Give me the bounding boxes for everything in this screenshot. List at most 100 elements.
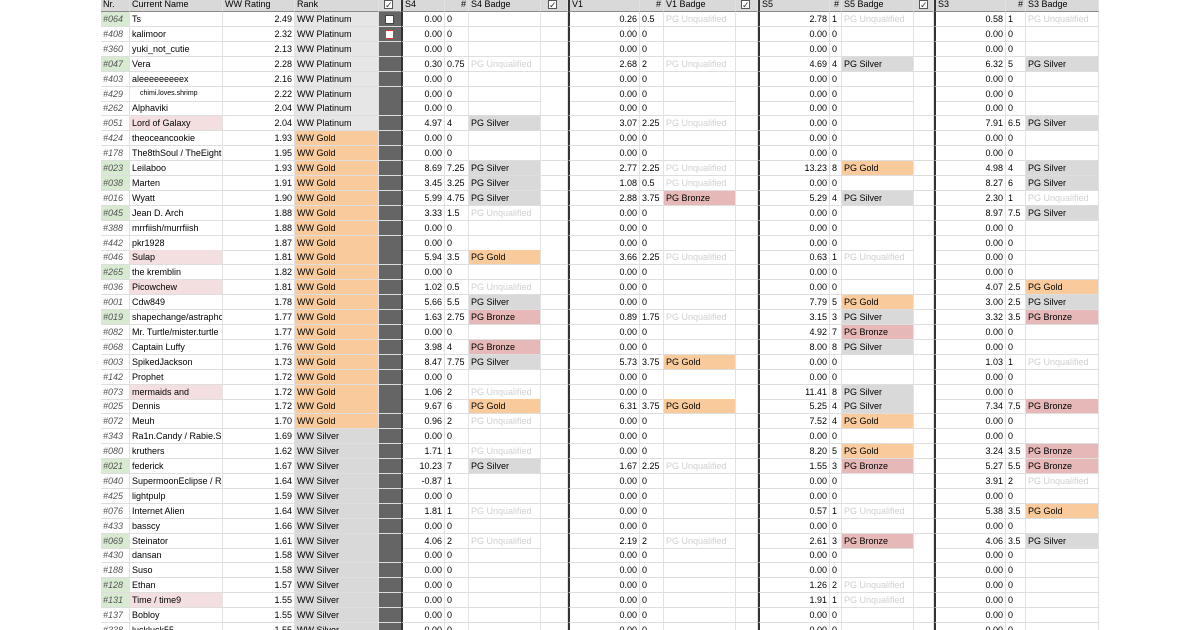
row-s5[interactable]: 5.25 — [758, 399, 830, 415]
row-v1[interactable]: 6.31 — [568, 399, 640, 415]
row-s5-badge[interactable]: PG Bronze — [842, 459, 914, 474]
row-s4-badge[interactable] — [469, 548, 541, 564]
row-rating[interactable]: 2.28 — [223, 56, 295, 72]
row-s4-badge[interactable] — [469, 146, 541, 162]
row-rating[interactable]: 1.58 — [223, 548, 295, 564]
row-s3-count[interactable]: 0 — [1006, 324, 1026, 340]
row-s3[interactable]: 5.27 — [934, 459, 1006, 474]
row-rank[interactable]: WW Gold — [295, 324, 379, 340]
row-s3-count[interactable]: 0 — [1006, 265, 1026, 281]
row-s4[interactable]: 3.33 — [401, 205, 445, 221]
row-s4[interactable]: 0.00 — [401, 429, 445, 445]
row-s5-badge[interactable]: PG Unqualified — [842, 593, 914, 609]
row-v1-count[interactable]: 0 — [640, 280, 664, 296]
row-s4-badge[interactable]: PG Gold — [469, 250, 541, 266]
row-nr[interactable]: #338 — [101, 622, 130, 630]
spacer-cell[interactable] — [736, 459, 758, 474]
row-name[interactable]: chimi.loves.shrimp — [130, 86, 223, 102]
row-rating[interactable]: 1.77 — [223, 324, 295, 340]
row-s3-count[interactable]: 1 — [1006, 12, 1026, 27]
row-rating[interactable]: 1.66 — [223, 518, 295, 534]
row-s3-badge[interactable] — [1026, 384, 1099, 400]
row-v1-count[interactable]: 0.5 — [640, 12, 664, 27]
spacer-cell[interactable] — [914, 190, 934, 206]
row-rank[interactable]: WW Silver — [295, 488, 379, 504]
row-s3-count[interactable]: 0 — [1006, 548, 1026, 564]
col-header-v1[interactable]: V1 — [568, 0, 640, 12]
row-v1-count[interactable]: 0 — [640, 414, 664, 430]
row-v1-count[interactable]: 0 — [640, 563, 664, 579]
row-s4[interactable]: 0.00 — [401, 146, 445, 162]
row-nr[interactable]: #064 — [101, 12, 130, 27]
spacer-cell[interactable] — [914, 295, 934, 311]
row-v1-count[interactable]: 0 — [640, 205, 664, 221]
row-s5-badge[interactable]: PG Silver — [842, 56, 914, 72]
row-s3[interactable]: 0.00 — [934, 101, 1006, 117]
row-s5-badge[interactable] — [842, 205, 914, 221]
band-cell[interactable] — [379, 369, 401, 385]
row-s4-count[interactable]: 0 — [445, 265, 469, 281]
spacer-cell[interactable] — [736, 101, 758, 117]
row-s3[interactable]: 4.06 — [934, 533, 1006, 549]
header-checkbox[interactable] — [741, 0, 750, 11]
row-nr[interactable]: #073 — [101, 384, 130, 400]
row-s3-count[interactable]: 0 — [1006, 26, 1026, 42]
spacer-cell[interactable] — [914, 622, 934, 630]
row-s5-count[interactable]: 0 — [830, 473, 842, 489]
row-s5-count[interactable]: 8 — [830, 384, 842, 400]
row-s3-count[interactable]: 5 — [1006, 56, 1026, 72]
row-v1[interactable]: 0.00 — [568, 146, 640, 162]
row-rating[interactable]: 1.55 — [223, 622, 295, 630]
row-s4[interactable]: 8.47 — [401, 354, 445, 370]
band-cell[interactable] — [379, 399, 401, 415]
spacer-cell[interactable] — [914, 71, 934, 87]
row-s3-count[interactable]: 5.5 — [1006, 459, 1026, 474]
row-v1[interactable]: 0.89 — [568, 310, 640, 325]
row-s3[interactable]: 0.00 — [934, 593, 1006, 609]
row-s4-count[interactable]: 0 — [445, 41, 469, 57]
row-s5-badge[interactable]: PG Unqualified — [842, 12, 914, 27]
spacer-cell[interactable] — [541, 608, 568, 623]
row-rank[interactable]: WW Gold — [295, 205, 379, 221]
spacer-cell[interactable] — [914, 265, 934, 281]
spacer-cell[interactable] — [541, 175, 568, 191]
row-s3[interactable]: 0.00 — [934, 41, 1006, 57]
spacer-cell[interactable] — [736, 503, 758, 519]
row-s4[interactable]: 0.00 — [401, 518, 445, 534]
row-s3-count[interactable]: 0 — [1006, 429, 1026, 445]
row-rank[interactable]: WW Gold — [295, 146, 379, 162]
band-cell[interactable] — [379, 280, 401, 296]
spacer-cell[interactable] — [914, 369, 934, 385]
spacer-cell[interactable] — [914, 86, 934, 102]
row-s5-count[interactable]: 0 — [830, 146, 842, 162]
row-s5[interactable]: 0.00 — [758, 429, 830, 445]
row-s3[interactable]: 0.00 — [934, 71, 1006, 87]
row-name[interactable]: Marten — [130, 175, 223, 191]
row-rating[interactable]: 2.04 — [223, 101, 295, 117]
row-rating[interactable]: 1.64 — [223, 473, 295, 489]
row-v1-badge[interactable] — [664, 429, 736, 445]
header-checkbox[interactable] — [384, 0, 393, 11]
band-cell[interactable] — [379, 444, 401, 460]
spacer-cell[interactable] — [914, 339, 934, 355]
row-s3-count[interactable]: 0 — [1006, 250, 1026, 266]
row-nr[interactable]: #343 — [101, 429, 130, 445]
col-header-rank[interactable]: Rank — [295, 0, 379, 12]
spacer-cell[interactable] — [541, 310, 568, 325]
row-s3-badge[interactable] — [1026, 622, 1099, 630]
spacer-cell[interactable] — [914, 250, 934, 266]
row-s5-badge[interactable] — [842, 608, 914, 623]
row-rank[interactable]: WW Silver — [295, 608, 379, 623]
row-s4-count[interactable]: 0 — [445, 369, 469, 385]
row-v1-badge[interactable] — [664, 518, 736, 534]
band-cell[interactable] — [379, 116, 401, 132]
row-s5[interactable]: 0.00 — [758, 101, 830, 117]
row-s5-badge[interactable] — [842, 146, 914, 162]
row-rating[interactable]: 1.59 — [223, 488, 295, 504]
row-s4-count[interactable]: 1.5 — [445, 205, 469, 221]
row-s3-badge[interactable] — [1026, 608, 1099, 623]
row-s4[interactable]: 0.00 — [401, 12, 445, 27]
row-v1[interactable]: 5.73 — [568, 354, 640, 370]
row-s5[interactable]: 0.00 — [758, 131, 830, 147]
row-rating[interactable]: 1.76 — [223, 339, 295, 355]
